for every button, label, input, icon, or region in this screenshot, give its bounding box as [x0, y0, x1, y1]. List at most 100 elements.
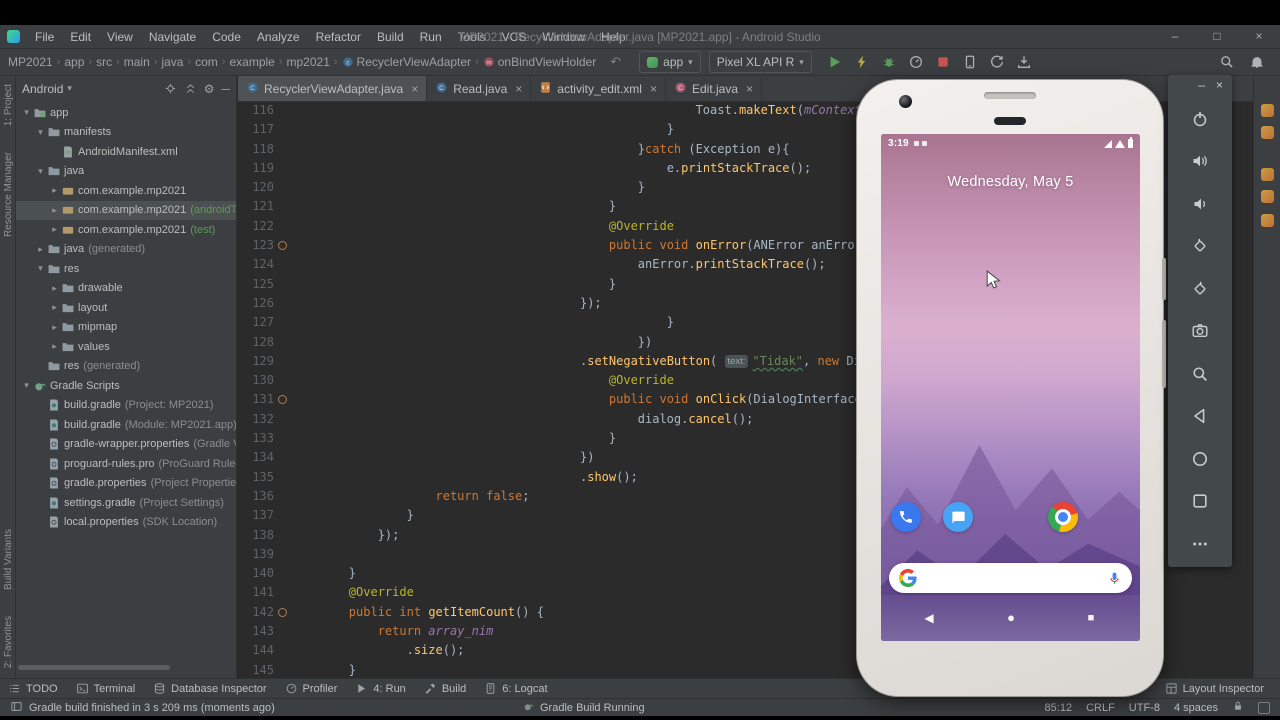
caret-position[interactable]: 85:12	[1045, 702, 1073, 714]
minimize-button[interactable]: –	[1154, 25, 1196, 49]
readonly-lock-icon[interactable]	[1232, 700, 1244, 715]
tree-arrow-icon[interactable]: ▾	[34, 263, 47, 274]
locate-icon[interactable]	[164, 82, 177, 95]
tree-arrow-icon[interactable]: ▾	[34, 166, 47, 177]
stripe-resource-manager[interactable]: Resource Manager	[3, 152, 14, 237]
breadcrumb-mp2021[interactable]: mp2021	[287, 55, 330, 69]
menu-code[interactable]: Code	[204, 30, 249, 44]
tree-item-res-generated[interactable]: res (generated)	[16, 357, 236, 377]
emulator-overview-button[interactable]	[1183, 484, 1217, 518]
tree-item-drawable[interactable]: ▸ drawable	[16, 279, 236, 299]
debug-button[interactable]	[880, 53, 898, 71]
tab-read-java[interactable]: C Read.java ×	[427, 76, 532, 101]
tree-arrow-icon[interactable]: ▾	[20, 380, 33, 391]
tree-item-com-example-mp2021[interactable]: ▸ com.example.mp2021	[16, 181, 236, 201]
run-button[interactable]	[826, 53, 844, 71]
right-stripe-icon[interactable]	[1261, 126, 1274, 139]
tree-item-gradle-wrapper-properties-gradle-version[interactable]: gradle-wrapper.properties(Gradle Version…	[16, 435, 236, 455]
sync-gradle-button[interactable]	[988, 53, 1006, 71]
window-toggle-icon[interactable]	[10, 700, 23, 716]
menu-run[interactable]: Run	[412, 30, 450, 44]
tree-item-gradle-scripts[interactable]: ▾ Gradle Scripts	[16, 376, 236, 396]
tree-arrow-icon[interactable]: ▸	[48, 322, 61, 333]
emulator-more-button[interactable]	[1183, 527, 1217, 561]
breadcrumb-main[interactable]: main	[124, 55, 150, 69]
maximize-button[interactable]: □	[1196, 25, 1238, 49]
tree-arrow-icon[interactable]: ▸	[48, 205, 61, 216]
tree-arrow-icon[interactable]: ▸	[48, 341, 61, 352]
close-tab-icon[interactable]: ×	[650, 82, 657, 96]
nav-back-icon[interactable]: ◀	[921, 595, 937, 641]
device-select[interactable]: Pixel XL API R ▾	[708, 51, 812, 73]
project-scrollbar[interactable]	[18, 665, 170, 670]
nav-recents-icon[interactable]: ■	[1083, 595, 1099, 641]
tree-arrow-icon[interactable]: ▸	[48, 302, 61, 313]
toolwindow-todo[interactable]: TODO	[8, 682, 58, 695]
device-manager-button[interactable]	[961, 53, 979, 71]
breadcrumb-onbindviewholder[interactable]: m onBindViewHolder	[483, 55, 596, 69]
phone-screen[interactable]: 3:19 Wednesday, May 5 ◀ ● ■	[881, 134, 1140, 641]
toolwindow-6-logcat[interactable]: 6: Logcat	[484, 682, 548, 695]
toolwindow-terminal[interactable]: Terminal	[76, 682, 135, 695]
menu-edit[interactable]: Edit	[62, 30, 99, 44]
close-tab-icon[interactable]: ×	[515, 82, 522, 96]
menu-navigate[interactable]: Navigate	[141, 30, 204, 44]
tree-item-mipmap[interactable]: ▸ mipmap	[16, 318, 236, 338]
emulator-home-button[interactable]	[1183, 442, 1217, 476]
emulator-volume-up-button[interactable]	[1183, 144, 1217, 178]
tab-activity-edit-xml[interactable]: activity_edit.xml ×	[531, 76, 666, 101]
emulator-volume-down-button[interactable]	[1183, 187, 1217, 221]
tree-arrow-icon[interactable]: ▸	[48, 283, 61, 294]
mic-icon[interactable]	[1107, 571, 1122, 586]
tree-item-layout[interactable]: ▸ layout	[16, 298, 236, 318]
menu-file[interactable]: File	[27, 30, 62, 44]
menu-build[interactable]: Build	[369, 30, 412, 44]
right-stripe-icon[interactable]	[1261, 214, 1274, 227]
breadcrumb-src[interactable]: src	[96, 55, 112, 69]
emulator-back-button[interactable]	[1183, 399, 1217, 433]
right-stripe-icon[interactable]	[1261, 168, 1274, 181]
tree-item-build-gradle-project-mp2021[interactable]: build.gradle (Project: MP2021)	[16, 396, 236, 416]
emulator-rotate-right-button[interactable]	[1183, 272, 1217, 306]
emulator-rotate-left-button[interactable]	[1183, 229, 1217, 263]
tree-item-com-example-mp2021-test[interactable]: ▸ com.example.mp2021 (test)	[16, 220, 236, 240]
stripe-2-favorites[interactable]: 2: Favorites	[3, 616, 14, 668]
breadcrumb-example[interactable]: example	[229, 55, 274, 69]
tree-item-java[interactable]: ▾ java	[16, 162, 236, 182]
tree-item-settings-gradle-project-settings[interactable]: settings.gradle (Project Settings)	[16, 493, 236, 513]
bell-button[interactable]	[1248, 53, 1266, 71]
breadcrumb-com[interactable]: com	[195, 55, 218, 69]
tree-item-androidmanifest-xml[interactable]: AndroidManifest.xml	[16, 142, 236, 162]
tab-recyclerviewadapter-java[interactable]: C RecyclerViewAdapter.java ×	[238, 76, 428, 101]
emulator-power-button[interactable]	[1183, 102, 1217, 136]
indent-config[interactable]: 4 spaces	[1174, 702, 1218, 714]
project-view-selector[interactable]: Android	[22, 82, 63, 96]
menu-analyze[interactable]: Analyze	[249, 30, 308, 44]
chrome-app-icon[interactable]	[1048, 502, 1078, 532]
breadcrumb-java[interactable]: java	[161, 55, 183, 69]
line-separator[interactable]: CRLF	[1086, 702, 1115, 714]
breadcrumb-recyclerviewadapter[interactable]: c RecyclerViewAdapter	[342, 55, 471, 69]
tree-arrow-icon[interactable]: ▾	[20, 107, 33, 118]
close-tab-icon[interactable]: ×	[411, 82, 418, 96]
collapse-icon[interactable]	[184, 82, 197, 95]
sdk-manager-button[interactable]	[1015, 53, 1033, 71]
right-stripe-icon[interactable]	[1261, 190, 1274, 203]
close-tab-icon[interactable]: ×	[746, 82, 753, 96]
stripe-build-variants[interactable]: Build Variants	[3, 529, 14, 590]
toolwindow-4-run[interactable]: 4: Run	[355, 682, 406, 695]
toolwindow-profiler[interactable]: Profiler	[285, 682, 337, 695]
menu-view[interactable]: View	[99, 30, 141, 44]
tree-item-manifests[interactable]: ▾ manifests	[16, 123, 236, 143]
profile-button[interactable]	[907, 53, 925, 71]
stripe-1-project[interactable]: 1: Project	[3, 84, 14, 126]
toolwindow-build[interactable]: Build	[424, 682, 466, 695]
hide-icon[interactable]: ─	[221, 82, 230, 96]
messages-app-icon[interactable]	[943, 502, 973, 532]
right-stripe-icon[interactable]	[1261, 104, 1274, 117]
stop-button[interactable]	[934, 53, 952, 71]
file-encoding[interactable]: UTF-8	[1129, 702, 1160, 714]
phone-app-icon[interactable]	[891, 502, 921, 532]
emulator-close-button[interactable]: ×	[1216, 78, 1223, 93]
tree-item-gradle-properties-project-properties[interactable]: gradle.properties (Project Properties)	[16, 474, 236, 494]
